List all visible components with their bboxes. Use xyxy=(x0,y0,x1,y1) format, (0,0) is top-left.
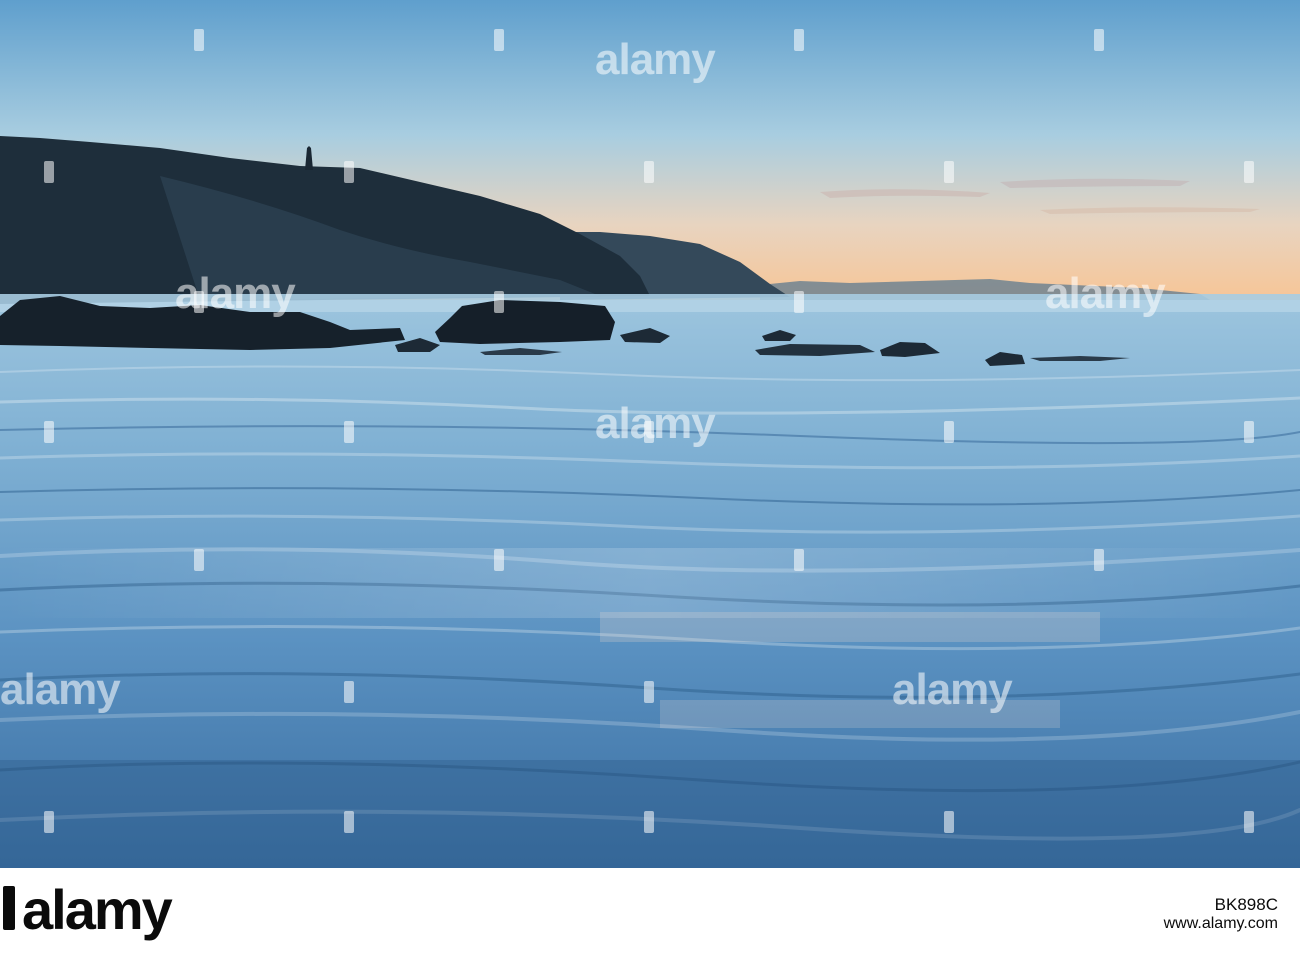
rock-large xyxy=(435,300,615,344)
alamy-mark-icon xyxy=(1092,548,1106,572)
alamy-mark-icon xyxy=(942,810,956,834)
footer-brand: alamy xyxy=(22,878,173,941)
watermark-text: alamy xyxy=(1045,269,1166,318)
alamy-mark-icon xyxy=(342,810,356,834)
alamy-mark-icon xyxy=(492,548,506,572)
watermark-text: alamy xyxy=(0,665,121,714)
alamy-mark-icon xyxy=(792,548,806,572)
water-sheen xyxy=(600,612,1100,642)
watermark-text: alamy xyxy=(595,35,716,84)
alamy-mark-icon xyxy=(1092,28,1106,52)
alamy-mark-icon xyxy=(42,160,56,184)
alamy-mark-icon xyxy=(792,28,806,52)
alamy-mark-icon xyxy=(342,420,356,444)
alamy-mark-icon xyxy=(192,28,206,52)
alamy-mark-icon xyxy=(1242,810,1256,834)
watermark-text: alamy xyxy=(892,665,1013,714)
alamy-mark-icon xyxy=(642,810,656,834)
alamy-logo-icon xyxy=(0,882,20,934)
alamy-mark-icon xyxy=(342,680,356,704)
footer-url: www.alamy.com xyxy=(1163,915,1278,932)
footer-bar: alamy xyxy=(0,868,1300,956)
alamy-mark-icon xyxy=(1242,420,1256,444)
alamy-mark-icon xyxy=(792,290,806,314)
alamy-mark-icon xyxy=(42,810,56,834)
alamy-mark-icon xyxy=(42,420,56,444)
stock-id: BK898C xyxy=(1214,895,1278,914)
alamy-mark-icon xyxy=(642,680,656,704)
alamy-mark-icon xyxy=(642,420,656,444)
alamy-mark-icon xyxy=(942,160,956,184)
alamy-mark-icon xyxy=(942,420,956,444)
alamy-mark-icon xyxy=(492,290,506,314)
alamy-mark-icon xyxy=(192,548,206,572)
alamy-mark-icon xyxy=(642,160,656,184)
alamy-mark-icon xyxy=(342,160,356,184)
alamy-mark-icon xyxy=(492,28,506,52)
alamy-mark-icon xyxy=(1242,160,1256,184)
alamy-mark-icon xyxy=(192,290,206,314)
